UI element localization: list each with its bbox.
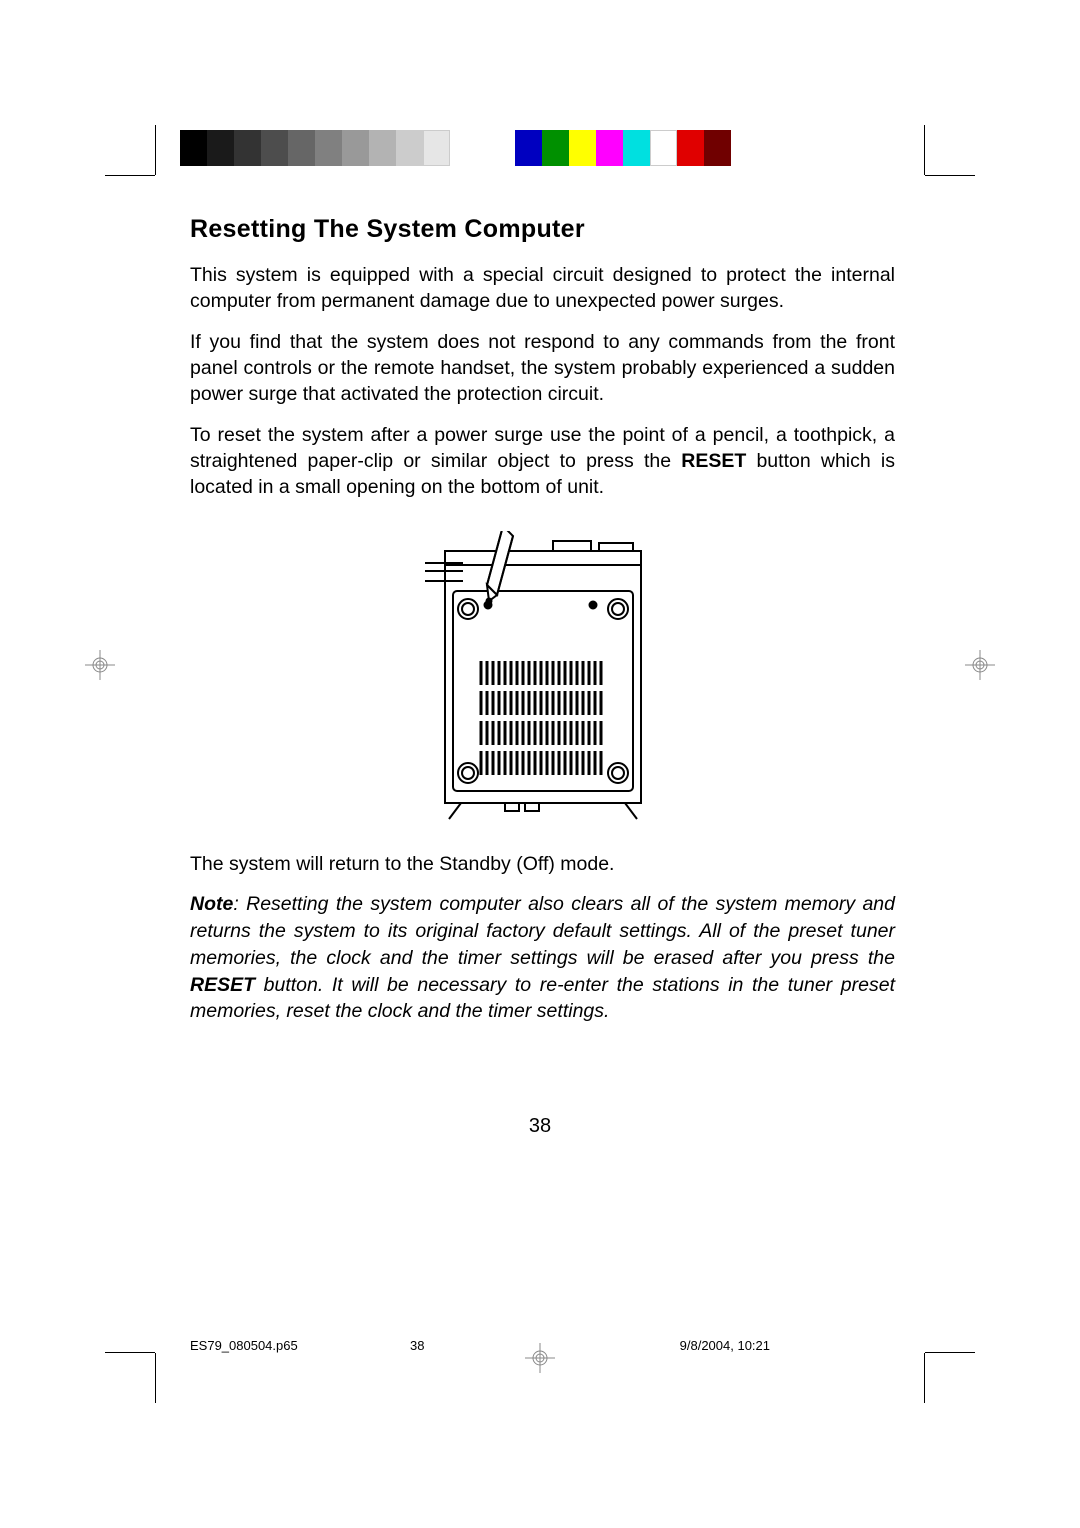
text: button. It will be necessary to re-enter… xyxy=(190,974,895,1023)
crop-mark xyxy=(924,125,925,175)
registration-mark-icon xyxy=(965,650,995,680)
footer-date: 9/8/2004, 10:21 xyxy=(680,1338,770,1353)
footer-filename: ES79_080504.p65 xyxy=(190,1338,298,1353)
page-number: 38 xyxy=(529,1115,551,1138)
crop-mark xyxy=(105,175,155,176)
section-heading: Resetting The System Computer xyxy=(190,215,895,244)
paragraph: If you find that the system does not res… xyxy=(190,329,895,408)
crop-mark xyxy=(925,175,975,176)
paragraph: This system is equipped with a special c… xyxy=(190,262,895,315)
grayscale-calibration-bar xyxy=(180,130,450,166)
crop-mark xyxy=(105,1352,155,1353)
registration-mark-icon xyxy=(85,650,115,680)
note-label: Note xyxy=(190,893,233,915)
note-paragraph: Note: Resetting the system computer also… xyxy=(190,891,895,1026)
bold-text: RESET xyxy=(681,450,746,472)
crop-mark xyxy=(155,125,156,175)
crop-mark xyxy=(155,1353,156,1403)
color-calibration-bar xyxy=(515,130,731,166)
footer-page: 38 xyxy=(410,1338,424,1353)
page-content: Resetting The System Computer This syste… xyxy=(190,215,895,1025)
text: : Resetting the system computer also cle… xyxy=(190,893,895,969)
paragraph: To reset the system after a power surge … xyxy=(190,422,895,501)
crop-mark xyxy=(925,1352,975,1353)
bold-text: RESET xyxy=(190,974,255,996)
crop-mark xyxy=(924,1353,925,1403)
footer-metadata: ES79_080504.p65 38 9/8/2004, 10:21 xyxy=(190,1338,890,1353)
paragraph: The system will return to the Standby (O… xyxy=(190,851,895,877)
device-bottom-diagram xyxy=(413,531,673,821)
